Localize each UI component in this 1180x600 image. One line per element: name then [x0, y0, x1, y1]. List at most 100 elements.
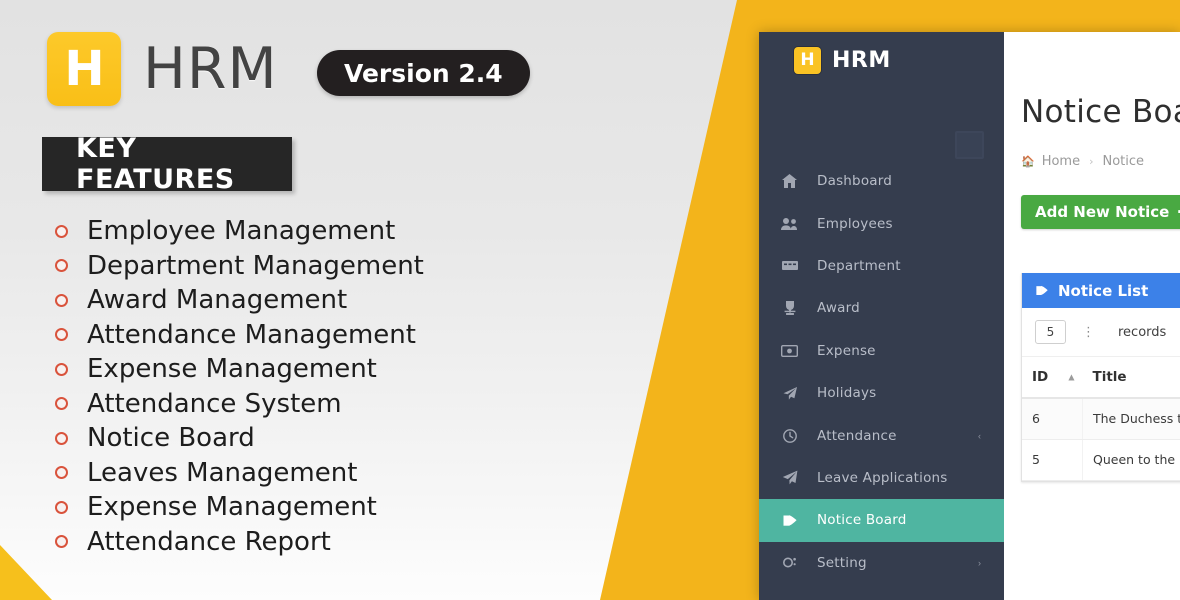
sidebar-item-label: Department [817, 257, 901, 274]
sidebar-item-holidays[interactable]: Holidays [759, 372, 1004, 414]
breadcrumb-separator: › [1089, 155, 1094, 168]
dashboard-icon [780, 173, 799, 189]
hrm-logo-icon-small: H [794, 47, 821, 74]
promo-banner: H HRM Version 2.4 KEY FEATURES Employee … [0, 0, 1180, 600]
users-icon [780, 216, 799, 232]
hrm-logo-icon: H [47, 32, 121, 106]
list-item: Expense Management [55, 490, 424, 525]
sidebar-item-attendance[interactable]: Attendance ‹ [759, 414, 1004, 456]
breadcrumb: 🏠 Home › Notice [1021, 154, 1180, 169]
chevron-icon: › [978, 557, 981, 568]
length-divider: ⋮ [1082, 324, 1096, 340]
feature-label: Notice Board [87, 423, 255, 454]
bullet-icon [55, 293, 68, 307]
column-header-title[interactable]: Title ▼ [1082, 357, 1180, 399]
sidebar-item-label: Dashboard [817, 173, 893, 190]
table-row[interactable]: 6 The Duchess took no notice. [1022, 398, 1180, 441]
key-features-banner: KEY FEATURES [42, 133, 292, 195]
feature-label: Leaves Management [87, 457, 358, 488]
list-item: Employee Management [55, 214, 424, 249]
notice-icon [1035, 284, 1049, 297]
notice-table: ID ▲ Title ▼ 6 [1022, 357, 1180, 482]
sidebar-item-label: Award [817, 300, 860, 317]
version-badge: Version 2.4 [317, 50, 530, 96]
sidebar-toggle-button[interactable] [955, 131, 984, 159]
bullet-icon [55, 224, 68, 238]
list-item: Expense Management [55, 352, 424, 387]
list-item: Award Management [55, 283, 424, 318]
notice-list-title: Notice List [1058, 281, 1149, 300]
trophy-icon [780, 300, 799, 316]
logo-letter: H [800, 50, 815, 70]
chevron-icon: ‹ [978, 430, 981, 441]
table-row[interactable]: 5 Queen to the next on. [1022, 439, 1180, 482]
sidebar-item-label: Expense [817, 342, 876, 359]
bullet-icon [55, 431, 68, 445]
sidebar-item-dashboard[interactable]: Dashboard [759, 160, 1004, 202]
notice-list-header: Notice List [1022, 273, 1180, 308]
sidebar-item-setting[interactable]: Setting › [759, 542, 1004, 584]
sidebar-item-award[interactable]: Award [759, 287, 1004, 329]
app-content-area: Notice Board 🏠 Home › Notice Add New Not… [1004, 32, 1180, 600]
list-item: Attendance Report [55, 525, 424, 560]
column-header-title-label: Title [1092, 369, 1127, 385]
bullet-icon [55, 466, 68, 480]
table-header-row: ID ▲ Title ▼ [1022, 357, 1180, 399]
sidebar-item-label: Setting [817, 554, 867, 571]
logo-letter: H [64, 41, 104, 97]
list-item: Notice Board [55, 421, 424, 456]
page-length-select[interactable]: 5 [1035, 320, 1066, 344]
sidebar-nav: Dashboard Employees Department Award Exp… [759, 160, 1004, 584]
bullet-icon [55, 397, 68, 411]
page-length-label: records [1118, 324, 1167, 340]
app-brand-title: HRM [832, 48, 891, 73]
bullet-icon [55, 500, 68, 514]
cell-id: 5 [1022, 439, 1083, 482]
feature-label: Attendance Management [87, 319, 416, 350]
cell-title: The Duchess took no notice. [1082, 398, 1180, 441]
sidebar-item-label: Holidays [817, 385, 877, 402]
sidebar-item-department[interactable]: Department [759, 245, 1004, 287]
cell-id: 6 [1022, 398, 1083, 441]
column-header-id-label: ID [1032, 369, 1049, 385]
sidebar-item-employees[interactable]: Employees [759, 202, 1004, 244]
key-features-label: KEY FEATURES [76, 133, 235, 195]
table-length-control: 5 ⋮ records [1022, 308, 1180, 357]
app-screenshot: H HRM Dashboard Employees Department Awa… [759, 32, 1180, 600]
gear-icon [780, 555, 799, 571]
money-icon [780, 343, 799, 359]
brand-title: HRM [143, 35, 278, 102]
feature-label: Attendance Report [87, 526, 331, 557]
sidebar-item-leave-applications[interactable]: Leave Applications [759, 457, 1004, 499]
feature-label: Expense Management [87, 492, 377, 523]
sidebar-item-label: Notice Board [817, 512, 907, 529]
sort-icon: ▲ [1068, 372, 1075, 382]
feature-label: Expense Management [87, 354, 377, 385]
breadcrumb-current: Notice [1102, 154, 1145, 169]
column-header-id[interactable]: ID ▲ [1022, 357, 1083, 399]
sidebar-item-label: Employees [817, 215, 893, 232]
bullet-icon [55, 328, 68, 342]
feature-list: Employee Management Department Managemen… [55, 214, 424, 559]
breadcrumb-home[interactable]: Home [1042, 154, 1080, 169]
page-title: Notice Board [1021, 94, 1180, 130]
clock-icon [780, 428, 799, 444]
feature-label: Attendance System [87, 388, 342, 419]
feature-label: Employee Management [87, 216, 396, 247]
app-sidebar-brand[interactable]: H HRM [759, 32, 1004, 89]
add-new-notice-label: Add New Notice [1035, 203, 1170, 221]
feature-label: Award Management [87, 285, 348, 316]
bullet-icon [55, 535, 68, 549]
sidebar-item-expense[interactable]: Expense [759, 330, 1004, 372]
add-new-notice-button[interactable]: Add New Notice ✚ [1021, 195, 1180, 229]
sidebar-item-notice-board[interactable]: Notice Board [759, 499, 1004, 542]
sidebar-item-label: Leave Applications [817, 469, 948, 486]
notice-icon [780, 512, 799, 528]
building-icon [780, 258, 799, 274]
promo-left-panel: H HRM Version 2.4 KEY FEATURES Employee … [0, 0, 640, 600]
home-icon: 🏠 [1021, 155, 1035, 168]
list-item: Attendance Management [55, 318, 424, 353]
cell-title: Queen to the next on. [1082, 439, 1180, 482]
bullet-icon [55, 259, 68, 273]
plane-icon [780, 385, 799, 401]
